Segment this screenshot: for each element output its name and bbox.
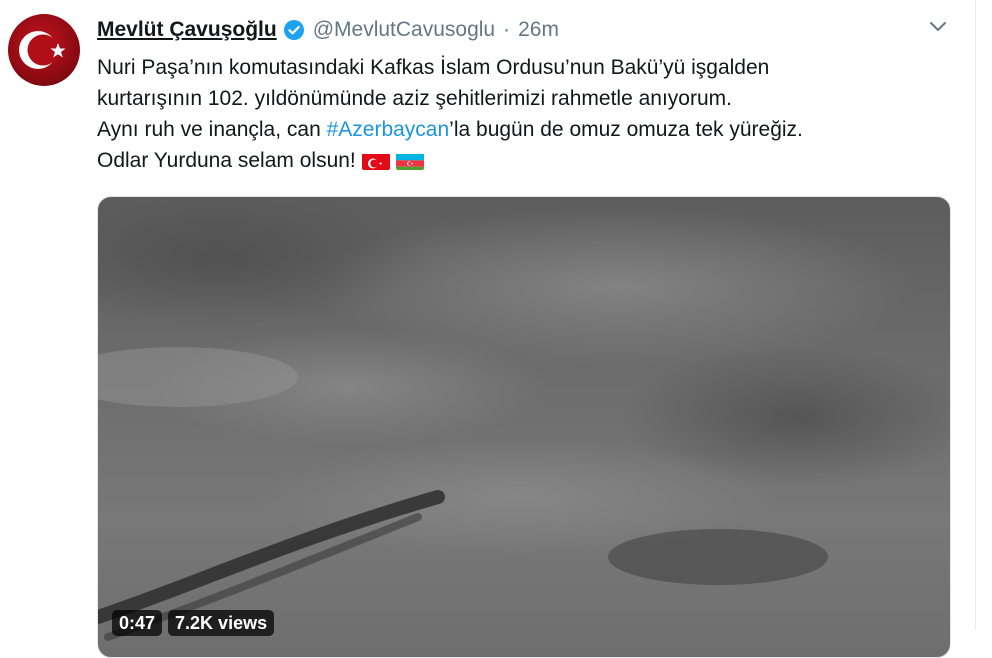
avatar[interactable]	[8, 14, 80, 86]
tweet-header: Mevlüt Çavuşoğlu @MevlutCavusoglu · 26m	[97, 14, 559, 46]
hashtag-link[interactable]: #Azerbaycan	[327, 118, 450, 141]
tweet-text-segment: Odlar Yurduna selam olsun!	[97, 149, 362, 172]
video-frame	[98, 197, 950, 641]
tweet-text-line: Aynı ruh ve inançla, can #Azerbaycan’la …	[97, 114, 967, 145]
author-name[interactable]: Mevlüt Çavuşoğlu	[97, 18, 277, 42]
column-divider	[975, 0, 976, 630]
tweet-text-line: kurtarışının 102. yıldönümünde aziz şehi…	[97, 87, 732, 110]
video-duration: 0:47	[112, 610, 163, 636]
azerbaijan-flag-icon	[395, 151, 424, 170]
tweet-text-line: Odlar Yurduna selam olsun!	[97, 145, 967, 176]
turkey-flag-icon	[361, 151, 390, 170]
chevron-down-icon[interactable]	[926, 16, 950, 36]
video-player[interactable]	[97, 196, 951, 658]
crescent-star-icon	[19, 31, 66, 69]
header-separator: ·	[503, 18, 511, 41]
tweet[interactable]: Mevlüt Çavuşoğlu @MevlutCavusoglu · 26m …	[0, 0, 992, 658]
tweet-timestamp[interactable]: 26m	[518, 18, 559, 42]
video-badges: 0:47 7.2K views	[112, 610, 275, 636]
tweet-text-segment: Aynı ruh ve inançla, can	[97, 118, 327, 141]
verified-badge-icon	[283, 19, 305, 41]
tweet-text: Nuri Paşa’nın komutasındaki Kafkas İslam…	[97, 52, 967, 176]
tweet-text-line: Nuri Paşa’nın komutasındaki Kafkas İslam…	[97, 56, 770, 79]
tweet-text-segment: ’la bugün de omuz omuza tek yüreğiz.	[449, 118, 803, 141]
video-views: 7.2K views	[168, 610, 275, 636]
author-handle[interactable]: @MevlutCavusoglu	[313, 18, 495, 42]
